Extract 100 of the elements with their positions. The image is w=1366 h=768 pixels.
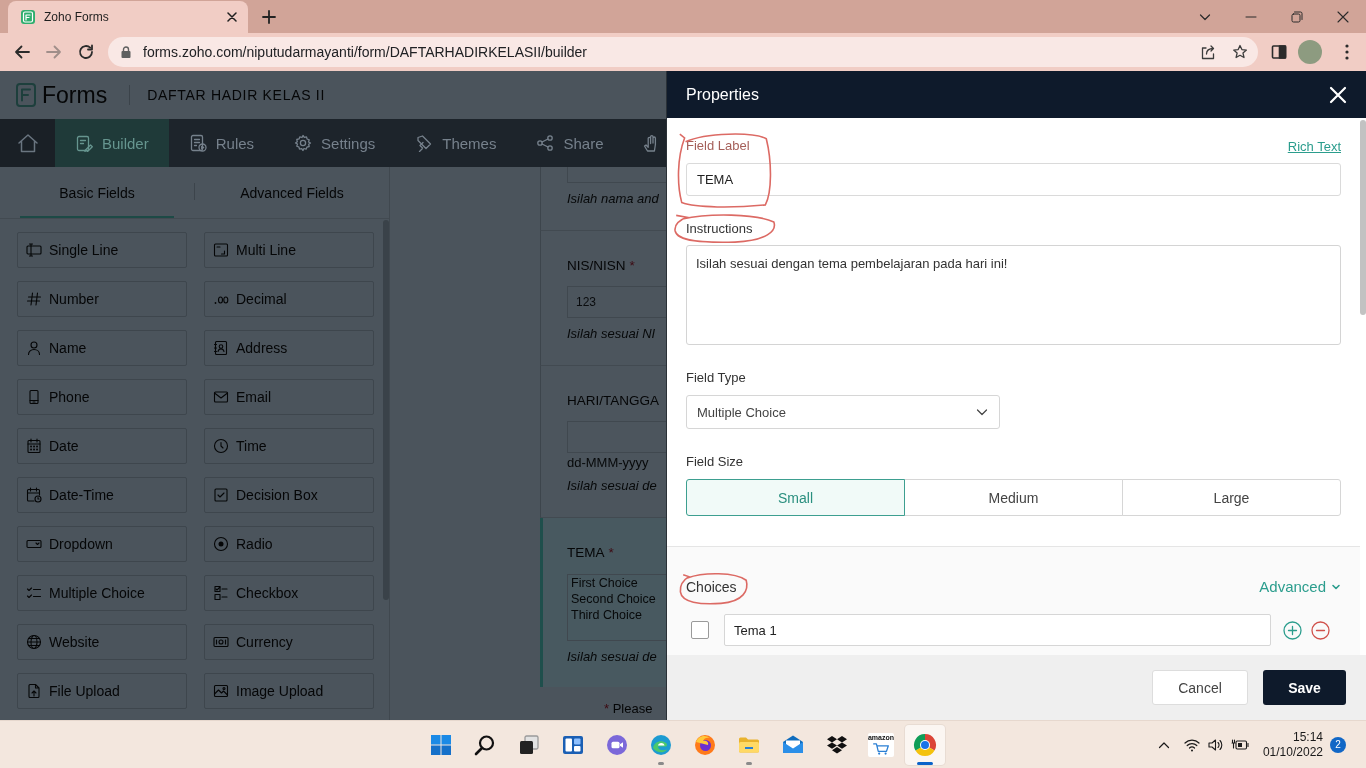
settings-icon[interactable]	[294, 134, 313, 152]
field-type-button[interactable]: Image Upload	[204, 673, 374, 709]
field-type-button[interactable]: Date	[17, 428, 187, 464]
size-option[interactable]: Large	[1122, 479, 1341, 516]
field-tab[interactable]: Advanced Fields	[215, 167, 369, 218]
battery-icon[interactable]	[1230, 736, 1249, 753]
chevron-down-icon	[976, 406, 988, 418]
notification-badge[interactable]: 2	[1330, 736, 1346, 753]
nav-tab[interactable]: Settings	[274, 119, 396, 167]
nav-tab[interactable]: Rules	[168, 119, 275, 167]
field-type-button[interactable]: Decimal	[204, 281, 374, 317]
document-play-icon[interactable]	[188, 134, 207, 152]
form-title: DAFTAR HADIR KELAS II	[147, 87, 325, 103]
field-type-button[interactable]: Website	[17, 624, 187, 660]
restore-icon[interactable]	[1291, 10, 1303, 23]
field-type-button[interactable]: Name	[17, 330, 187, 366]
property-label: Field Type	[686, 370, 746, 386]
input-field[interactable]: 123	[567, 286, 666, 318]
size-option[interactable]: Medium	[904, 479, 1123, 516]
star-icon[interactable]	[1232, 44, 1248, 60]
back-icon[interactable]	[14, 44, 30, 60]
search-icon	[473, 732, 497, 757]
field-type-button[interactable]: Dropdown	[17, 526, 187, 562]
wave-browser-icon	[649, 732, 673, 757]
lock-icon	[121, 46, 131, 58]
browser-tab[interactable]: Zoho Forms	[8, 1, 248, 33]
field-type-select[interactable]: Multiple Choice	[686, 395, 1000, 429]
share-icon[interactable]	[536, 134, 555, 152]
image-icon	[213, 683, 229, 699]
clock-date[interactable]: 01/10/2022	[1262, 744, 1323, 760]
save-button[interactable]: Save	[1263, 670, 1346, 705]
person-icon	[26, 340, 42, 356]
close-icon[interactable]	[227, 12, 237, 22]
scrollbar-thumb[interactable]	[1360, 120, 1366, 315]
format-hint: dd-MMM-yyyy	[567, 455, 650, 471]
clock-time[interactable]: 15:14	[1292, 729, 1323, 745]
hash-icon	[26, 291, 42, 307]
property-label: Instructions	[686, 221, 753, 237]
nav-tab[interactable]: Themes	[395, 119, 517, 167]
required-note: * Please	[604, 702, 654, 716]
field-instructions: Isilah sesuai de	[567, 478, 658, 494]
field-label-input[interactable]: TEMA	[686, 163, 1341, 196]
form-field-section[interactable]: HARI/TANGGA dd-MMM-yyyy Isilah sesuai de	[540, 366, 666, 518]
size-option[interactable]: Small	[686, 479, 905, 516]
form-field-section[interactable]: NIS/NISN * 123 Isilah sesuai NI	[540, 231, 666, 366]
field-type-button[interactable]: Date-Time	[17, 477, 187, 513]
menu-icon[interactable]	[1345, 44, 1349, 60]
nav-tab[interactable]: Share	[516, 119, 624, 167]
advanced-toggle[interactable]: Advanced	[1259, 578, 1341, 595]
form-edit-icon[interactable]	[75, 134, 93, 152]
brush-icon[interactable]	[415, 134, 434, 152]
nav-tab[interactable]: Builder	[55, 119, 169, 167]
radio-icon	[213, 536, 229, 552]
start-icon	[429, 732, 453, 757]
property-label: Field Size	[686, 454, 744, 470]
plus-icon[interactable]	[262, 9, 276, 24]
video-chat-icon	[605, 732, 629, 757]
reload-icon[interactable]	[78, 44, 94, 60]
rich-text-link[interactable]: Rich Text	[1287, 138, 1341, 154]
instructions-textarea[interactable]: Isilah sesuai dengan tema pembelajaran pada hari ini!	[686, 245, 1341, 345]
text-area-icon	[213, 242, 229, 258]
field-tab[interactable]: Basic Fields	[20, 167, 174, 218]
side-panel-icon[interactable]	[1271, 44, 1287, 60]
cancel-button[interactable]: Cancel	[1152, 670, 1248, 705]
home-icon[interactable]	[16, 133, 39, 153]
field-type-button[interactable]: Checkbox	[204, 575, 374, 611]
speaker-icon[interactable]	[1206, 736, 1223, 753]
running-indicator	[917, 761, 933, 765]
field-type-button[interactable]: Number	[17, 281, 187, 317]
add-icon[interactable]	[1283, 620, 1302, 640]
panel-title: Properties	[686, 85, 759, 104]
field-type-button[interactable]: Time	[204, 428, 374, 464]
field-type-button[interactable]: Currency	[204, 624, 374, 660]
clock-icon	[213, 438, 229, 454]
calendar-icon	[26, 438, 42, 454]
checkbox-icon	[213, 487, 229, 503]
input-field[interactable]	[567, 167, 666, 183]
remove-icon[interactable]	[1311, 620, 1330, 640]
field-type-button[interactable]: Decision Box	[204, 477, 374, 513]
field-type-button[interactable]: Address	[204, 330, 374, 366]
field-type-button[interactable]: Multi Line	[204, 232, 374, 268]
list-icon	[26, 585, 42, 601]
field-title: HARI/TANGGA	[567, 393, 660, 409]
form-field-section[interactable]: Isilah nama and	[540, 167, 666, 231]
field-type-button[interactable]: Email	[204, 379, 374, 415]
share-icon[interactable]	[1200, 44, 1216, 60]
field-type-button[interactable]: Multiple Choice	[17, 575, 187, 611]
form-field-section[interactable]: TEMA * First Choice Second Choice Third Choice Isilah sesuai de	[540, 518, 666, 687]
input-field[interactable]	[567, 421, 666, 453]
field-instructions: Isilah sesuai de	[567, 649, 658, 665]
address-bar[interactable]: forms.zoho.com/niputudarmayanti/form/DAFTARHADIRKELASII/builder	[108, 37, 1258, 67]
field-type-button[interactable]: File Upload	[17, 673, 187, 709]
field-type-button[interactable]: Radio	[204, 526, 374, 562]
forms-logo-icon	[20, 9, 36, 25]
field-type-button[interactable]: Phone	[17, 379, 187, 415]
close-icon[interactable]	[1337, 10, 1349, 23]
choice-input[interactable]: Tema 1	[724, 614, 1271, 646]
field-type-button[interactable]: Single Line	[17, 232, 187, 268]
choice-checkbox[interactable]	[691, 621, 709, 639]
field-title: TEMA *	[567, 545, 615, 561]
